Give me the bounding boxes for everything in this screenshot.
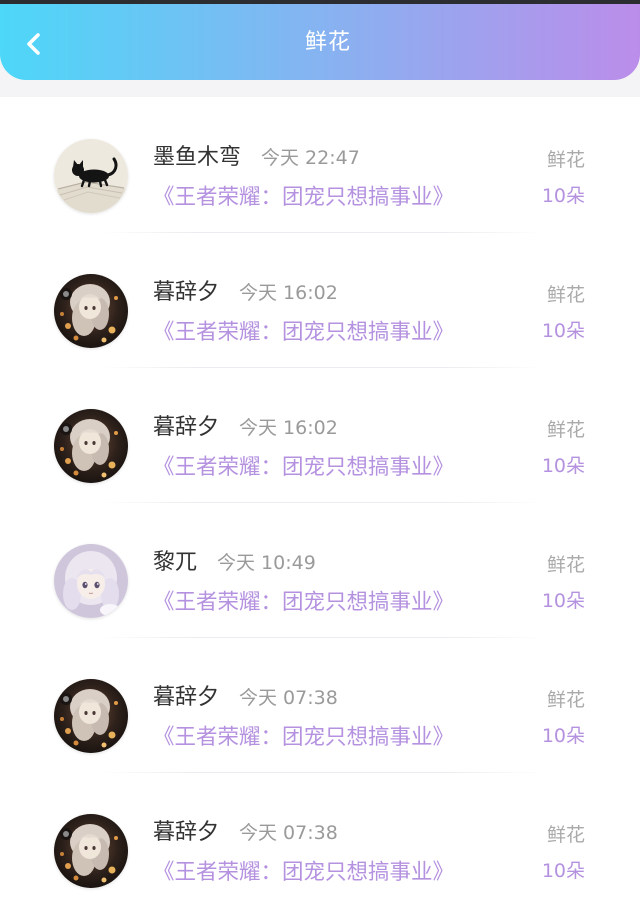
book-title-link[interactable]: 《王者荣耀：团宠只想搞事业》 bbox=[153, 185, 454, 211]
list-item[interactable]: 暮辞夕 今天 16:02 《王者荣耀：团宠只想搞事业》 鲜花 10朵 bbox=[0, 243, 640, 378]
book-title-link[interactable]: 《王者荣耀：团宠只想搞事业》 bbox=[153, 860, 454, 886]
avatar[interactable] bbox=[54, 814, 128, 888]
list-item[interactable]: 暮辞夕 今天 07:38 《王者荣耀：团宠只想搞事业》 鲜花 10朵 bbox=[0, 783, 640, 907]
user-row: 暮辞夕 今天 16:02 bbox=[153, 414, 338, 442]
user-row: 暮辞夕 今天 07:38 bbox=[153, 819, 338, 847]
user-name: 墨鱼木弯 bbox=[153, 145, 242, 170]
divider bbox=[98, 232, 544, 233]
gift-type-label: 鲜花 bbox=[546, 149, 585, 171]
anime-girl-light-avatar bbox=[54, 544, 128, 618]
black-cat-avatar bbox=[54, 139, 128, 213]
timestamp: 今天 07:38 bbox=[239, 822, 338, 844]
list-item[interactable]: 暮辞夕 今天 16:02 《王者荣耀：团宠只想搞事业》 鲜花 10朵 bbox=[0, 378, 640, 513]
gift-type-label: 鲜花 bbox=[546, 284, 585, 306]
divider bbox=[98, 367, 544, 368]
flower-record-list[interactable]: 墨鱼木弯 今天 22:47 《王者荣耀：团宠只想搞事业》 鲜花 10朵 暮辞夕 … bbox=[0, 97, 640, 907]
avatar[interactable] bbox=[54, 274, 128, 348]
avatar[interactable] bbox=[54, 409, 128, 483]
gift-type-label: 鲜花 bbox=[546, 689, 585, 711]
divider bbox=[98, 772, 544, 773]
gift-amount: 10朵 bbox=[541, 860, 585, 882]
timestamp: 今天 07:38 bbox=[239, 687, 338, 709]
gift-amount: 10朵 bbox=[541, 725, 585, 747]
avatar[interactable] bbox=[54, 679, 128, 753]
anime-girl-dark-avatar bbox=[54, 679, 128, 753]
divider bbox=[98, 502, 544, 503]
anime-girl-dark-avatar bbox=[54, 274, 128, 348]
user-row: 墨鱼木弯 今天 22:47 bbox=[153, 144, 360, 172]
gift-amount: 10朵 bbox=[541, 320, 585, 342]
user-row: 黎兀 今天 10:49 bbox=[153, 549, 316, 577]
avatar[interactable] bbox=[54, 139, 128, 213]
gift-amount: 10朵 bbox=[541, 455, 585, 477]
timestamp: 今天 16:02 bbox=[239, 417, 338, 439]
divider bbox=[98, 637, 544, 638]
book-title-link[interactable]: 《王者荣耀：团宠只想搞事业》 bbox=[153, 455, 454, 481]
page-title: 鲜花 bbox=[304, 30, 351, 55]
book-title-link[interactable]: 《王者荣耀：团宠只想搞事业》 bbox=[153, 320, 454, 346]
list-item[interactable]: 暮辞夕 今天 07:38 《王者荣耀：团宠只想搞事业》 鲜花 10朵 bbox=[0, 648, 640, 783]
user-name: 暮辞夕 bbox=[153, 685, 220, 710]
list-item[interactable]: 墨鱼木弯 今天 22:47 《王者荣耀：团宠只想搞事业》 鲜花 10朵 bbox=[0, 108, 640, 243]
timestamp: 今天 22:47 bbox=[261, 147, 360, 169]
user-name: 暮辞夕 bbox=[153, 820, 220, 845]
gift-type-label: 鲜花 bbox=[546, 824, 585, 846]
anime-girl-dark-avatar bbox=[54, 409, 128, 483]
avatar[interactable] bbox=[54, 544, 128, 618]
gift-type-label: 鲜花 bbox=[546, 419, 585, 441]
header-bar: 鲜花 bbox=[0, 4, 640, 80]
gift-amount: 10朵 bbox=[541, 590, 585, 612]
user-name: 暮辞夕 bbox=[153, 415, 220, 440]
list-item[interactable]: 黎兀 今天 10:49 《王者荣耀：团宠只想搞事业》 鲜花 10朵 bbox=[0, 513, 640, 648]
user-name: 黎兀 bbox=[153, 550, 198, 575]
gift-amount: 10朵 bbox=[541, 185, 585, 207]
anime-girl-dark-avatar bbox=[54, 814, 128, 888]
timestamp: 今天 10:49 bbox=[217, 552, 316, 574]
book-title-link[interactable]: 《王者荣耀：团宠只想搞事业》 bbox=[153, 590, 454, 616]
timestamp: 今天 16:02 bbox=[239, 282, 338, 304]
user-row: 暮辞夕 今天 07:38 bbox=[153, 684, 338, 712]
book-title-link[interactable]: 《王者荣耀：团宠只想搞事业》 bbox=[153, 725, 454, 751]
gift-type-label: 鲜花 bbox=[546, 554, 585, 576]
flowers-page: 鲜花 墨鱼木弯 今天 22:47 《王者荣耀：团宠只想搞事业》 鲜花 10朵 暮… bbox=[0, 0, 640, 907]
user-row: 暮辞夕 今天 16:02 bbox=[153, 279, 338, 307]
user-name: 暮辞夕 bbox=[153, 280, 220, 305]
